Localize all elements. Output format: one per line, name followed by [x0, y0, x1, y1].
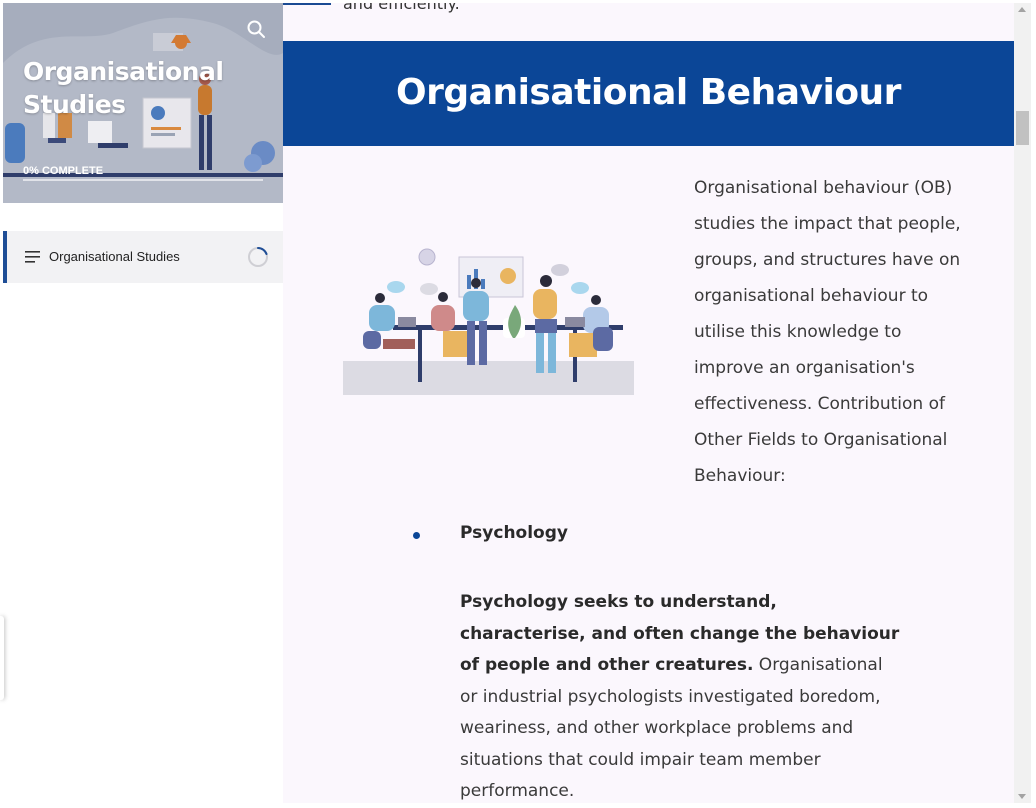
bullet-heading-psychology: Psychology: [460, 523, 568, 543]
scroll-down-arrow-icon[interactable]: [1018, 794, 1026, 799]
team-meeting-illustration: [343, 248, 634, 395]
lesson-content: and efficiently. Organisational Behaviou…: [283, 3, 1014, 803]
search-button[interactable]: [245, 18, 267, 40]
course-title: Organisational Studies: [23, 57, 224, 119]
section-title: Organisational Behaviour: [396, 72, 901, 113]
course-progress-label: 0% COMPLETE: [23, 165, 104, 177]
bullet-marker: [413, 532, 420, 539]
page-scrollbar[interactable]: [1014, 3, 1031, 803]
sidebar: Organisational Studies 0% COMPLETE Organ…: [3, 3, 283, 803]
sidebar-item-organisational-studies[interactable]: Organisational Studies: [3, 231, 283, 283]
search-icon: [247, 20, 265, 38]
psychology-paragraph: Psychology seeks to understand, characte…: [460, 587, 905, 803]
sidebar-item-label: Organisational Studies: [49, 249, 180, 264]
course-progress-bar: [23, 179, 263, 181]
scrollbar-thumb[interactable]: [1016, 111, 1029, 145]
menu-lines-icon: [25, 251, 40, 263]
course-hero: Organisational Studies 0% COMPLETE: [3, 3, 283, 203]
top-accent-line: [283, 3, 331, 5]
psychology-body-text: Organisational or industrial psychologis…: [460, 655, 883, 801]
app-frame: Organisational Studies 0% COMPLETE Organ…: [0, 0, 1036, 808]
scroll-up-arrow-icon[interactable]: [1018, 7, 1026, 12]
sidebar-toggle-tab[interactable]: [0, 616, 4, 700]
intro-paragraph: Organisational behaviour (OB) studies th…: [694, 178, 961, 486]
previous-paragraph-end: and efficiently.: [343, 3, 460, 13]
progress-ring-icon: [248, 246, 268, 267]
section-banner: Organisational Behaviour: [283, 41, 1014, 146]
